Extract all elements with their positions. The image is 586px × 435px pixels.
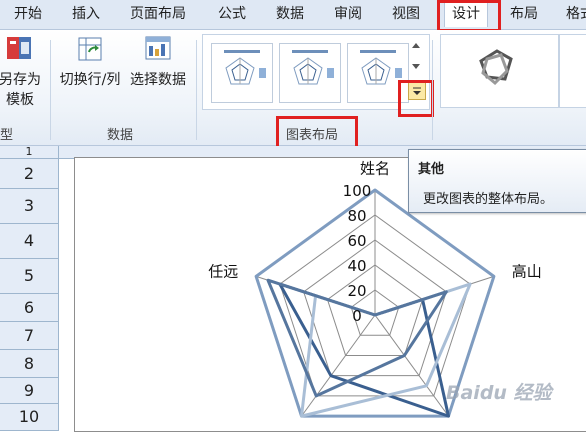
row-header[interactable]: 8 [0,350,59,378]
radar-category-label: 任远 [208,263,238,281]
radar-tick-label: 80 [347,207,366,225]
watermark: Baidu 经验 [446,382,552,404]
tab-review[interactable]: 审阅 [334,4,362,24]
tab-view[interactable]: 视图 [392,4,420,24]
chart-layout-option-1[interactable] [211,43,273,103]
chart-layout-gallery [202,34,430,110]
gallery-scroll-arrows-icon[interactable] [404,34,428,82]
row-header[interactable]: 10 [0,404,59,431]
row-header[interactable]: 5 [0,259,59,294]
row-header[interactable]: 2 [0,159,59,189]
tooltip-description: 更改图表的整体布局。 [423,192,554,207]
group-separator [196,40,197,140]
group-separator [432,40,433,140]
row-header[interactable]: 6 [0,294,59,322]
switch-row-column-button[interactable]: 切换行/列 [58,34,122,90]
select-data-icon [143,34,173,64]
select-data-label: 选择数据 [130,72,186,88]
row-header[interactable]: 1 [0,146,59,159]
save-template-label-1: 另存为 [0,72,41,88]
chart-style-thumbnail-icon [479,49,513,86]
radar-tick-label: 40 [347,257,366,275]
tooltip-title: 其他 [418,162,445,177]
row-header[interactable]: 3 [0,189,59,224]
radar-tick-label: 60 [347,232,366,250]
tab-layout[interactable]: 布局 [510,4,538,24]
radar-category-label: 姓名 [360,159,390,177]
highlight-design-tab [437,0,501,32]
radar-category-label: 高山 [512,263,542,281]
save-template-label-2: 模板 [6,92,34,108]
group-separator [50,40,51,140]
tab-page-layout[interactable]: 页面布局 [130,4,186,24]
radar-tick-label: 100 [343,182,372,200]
highlight-more-button [398,80,434,117]
switch-row-column-icon [75,34,105,64]
row-header[interactable]: 7 [0,322,59,350]
chart-layout-option-2[interactable] [279,43,341,103]
radar-tick-label: 20 [347,282,366,300]
group-label-data: 数据 [107,128,134,143]
tab-format[interactable]: 格式 [566,4,586,24]
tooltip-more: 其他 更改图表的整体布局。 [408,149,586,213]
save-as-template-button[interactable]: 另存为 模板 [0,34,44,110]
group-label-type: 型 [0,128,14,143]
tab-formulas[interactable]: 公式 [218,4,246,24]
chart-style-option-2[interactable] [559,34,586,108]
select-data-button[interactable]: 选择数据 [126,34,190,90]
radar-tick-label: 0 [352,307,362,325]
tab-home[interactable]: 开始 [14,4,42,24]
tab-data[interactable]: 数据 [276,4,304,24]
switch-row-column-label: 切换行/列 [59,72,121,88]
row-header[interactable]: 9 [0,378,59,404]
save-template-icon [5,34,35,64]
highlight-chart-layout-label [276,116,358,150]
chart-style-gallery[interactable] [440,34,559,108]
tab-insert[interactable]: 插入 [72,4,100,24]
row-header[interactable]: 4 [0,224,59,259]
